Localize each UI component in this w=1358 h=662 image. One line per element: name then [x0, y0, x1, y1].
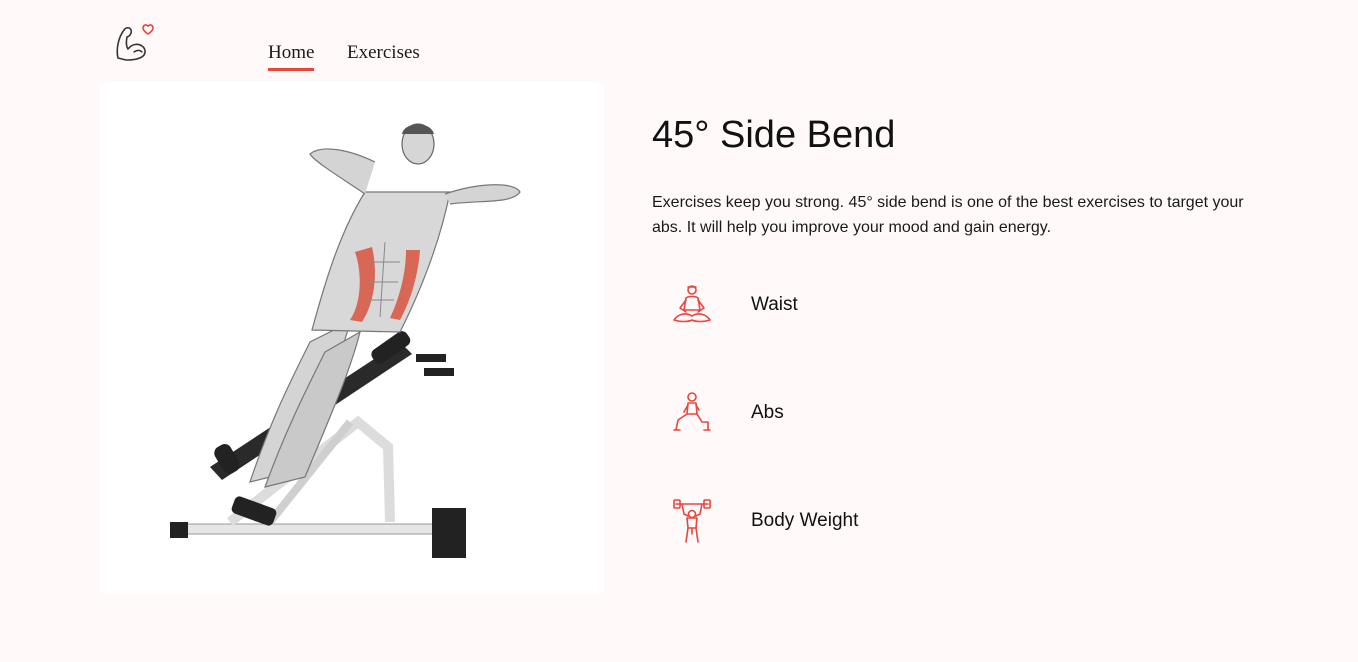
weightlifter-icon — [668, 498, 716, 546]
exercise-title: 45° Side Bend — [652, 114, 896, 156]
tag-abs: Abs — [652, 386, 952, 442]
nav-link-exercises[interactable]: Exercises — [347, 42, 420, 64]
lunge-icon — [668, 390, 716, 438]
logo-icon[interactable] — [114, 22, 156, 64]
nav-link-home[interactable]: Home — [268, 42, 315, 71]
navbar: Home Exercises — [0, 0, 1358, 80]
side-bend-exercise-illustration — [170, 123, 521, 558]
tag-body-weight: Body Weight — [652, 494, 952, 550]
tag-waist: Waist — [652, 278, 952, 334]
tag-label-abs: Abs — [751, 402, 784, 423]
tag-label-waist: Waist — [751, 294, 798, 315]
exercise-description: Exercises keep you strong. 45° side bend… — [652, 194, 1244, 236]
exercise-image — [100, 82, 604, 594]
exercise-detail: 45° Side Bend Exercises keep you strong.… — [652, 110, 1292, 240]
yoga-meditation-icon — [668, 282, 716, 330]
tag-label-body-weight: Body Weight — [751, 510, 859, 531]
